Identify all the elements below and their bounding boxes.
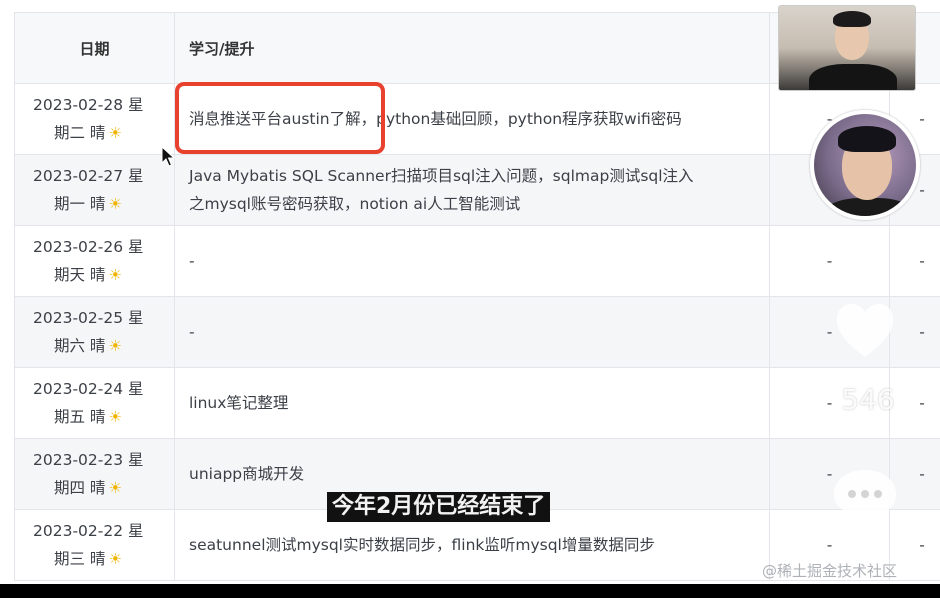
highlight-annotation-box xyxy=(175,82,385,154)
study-text: Java Mybatis SQL Scanner扫描项目sql注入问题，sqlm… xyxy=(189,167,694,185)
sun-icon: ☀ xyxy=(108,195,122,213)
comment-bubble-icon[interactable] xyxy=(830,466,900,524)
date-text: 2023-02-28 星 xyxy=(33,96,144,114)
date-cell: 2023-02-28 星 期二 晴 ☀ xyxy=(14,83,175,155)
weekday-text: 期二 晴 xyxy=(54,124,106,142)
sun-icon: ☀ xyxy=(108,550,122,568)
weekday-text: 期四 晴 xyxy=(54,479,106,497)
webcam-person-shirt xyxy=(809,64,897,90)
watermark: @稀土掘金技术社区 xyxy=(762,562,898,580)
date-text: 2023-02-25 星 xyxy=(33,309,144,327)
webcam-overlay xyxy=(778,5,916,91)
table-row[interactable]: 2023-02-24 星 期五 晴 ☀ linux笔记整理 - - xyxy=(14,367,940,439)
avatar-hair xyxy=(838,126,896,152)
video-caption: 今年2月份已经结束了 xyxy=(327,492,551,522)
screen: 日期 学习/提升 2023-02-28 星 期二 晴 ☀ 消息推送平台austin… xyxy=(0,0,940,584)
date-text: 2023-02-22 星 xyxy=(33,522,144,540)
study-cell: linux笔记整理 xyxy=(174,367,770,439)
table-row[interactable]: 2023-02-25 星 期六 晴 ☀ - - - xyxy=(14,296,940,368)
table-row[interactable]: 2023-02-26 星 期天 晴 ☀ - - - xyxy=(14,225,940,297)
date-cell: 2023-02-22 星 期三 晴 ☀ xyxy=(14,509,175,581)
webcam-person-hair xyxy=(833,11,871,27)
sun-icon: ☀ xyxy=(108,266,122,284)
header-date[interactable]: 日期 xyxy=(14,12,175,84)
date-text: 2023-02-26 星 xyxy=(33,238,144,256)
weekday-text: 期三 晴 xyxy=(54,550,106,568)
study-text: seatunnel测试mysql实时数据同步，flink监听mysql增量数据同… xyxy=(189,536,655,554)
weekday-text: 期天 晴 xyxy=(54,266,106,284)
mouse-cursor-icon xyxy=(161,146,176,167)
study-text: - xyxy=(189,323,195,341)
table-row[interactable]: 2023-02-27 星 期一 晴 ☀ Java Mybatis SQL Scan… xyxy=(14,154,940,226)
caption-text: 今年2月份已经结束了 xyxy=(332,494,546,519)
date-cell: 2023-02-26 星 期天 晴 ☀ xyxy=(14,225,175,297)
streamer-avatar[interactable] xyxy=(810,110,920,220)
header-study[interactable]: 学习/提升 xyxy=(174,12,770,84)
weekday-text: 期五 晴 xyxy=(54,408,106,426)
table-row[interactable]: 2023-02-28 星 期二 晴 ☀ 消息推送平台austin了解，python… xyxy=(14,83,940,155)
like-count: 546 xyxy=(841,383,895,416)
study-cell: - xyxy=(174,225,770,297)
date-text: 2023-02-24 星 xyxy=(33,380,144,398)
extra-cell: - xyxy=(769,225,890,297)
extra-cell: - xyxy=(889,225,940,297)
study-cell: - xyxy=(174,296,770,368)
study-text: linux笔记整理 xyxy=(189,394,289,412)
sun-icon: ☀ xyxy=(108,479,122,497)
date-cell: 2023-02-27 星 期一 晴 ☀ xyxy=(14,154,175,226)
like-heart-icon[interactable] xyxy=(830,295,900,365)
date-cell: 2023-02-24 星 期五 晴 ☀ xyxy=(14,367,175,439)
weekday-text: 期一 晴 xyxy=(54,195,106,213)
sun-icon: ☀ xyxy=(108,408,122,426)
date-cell: 2023-02-25 星 期六 晴 ☀ xyxy=(14,296,175,368)
study-cell: Java Mybatis SQL Scanner扫描项目sql注入问题，sqlm… xyxy=(174,154,770,226)
study-text-line2: 之mysql账号密码获取，notion ai人工智能测试 xyxy=(189,195,521,213)
date-cell: 2023-02-23 星 期四 晴 ☀ xyxy=(14,438,175,510)
study-text: uniapp商城开发 xyxy=(189,465,305,483)
sun-icon: ☀ xyxy=(108,124,122,142)
study-text: - xyxy=(189,252,195,270)
bottom-black-bar xyxy=(0,584,940,598)
weekday-text: 期六 晴 xyxy=(54,337,106,355)
sun-icon: ☀ xyxy=(108,337,122,355)
date-text: 2023-02-23 星 xyxy=(33,451,144,469)
date-text: 2023-02-27 星 xyxy=(33,167,144,185)
